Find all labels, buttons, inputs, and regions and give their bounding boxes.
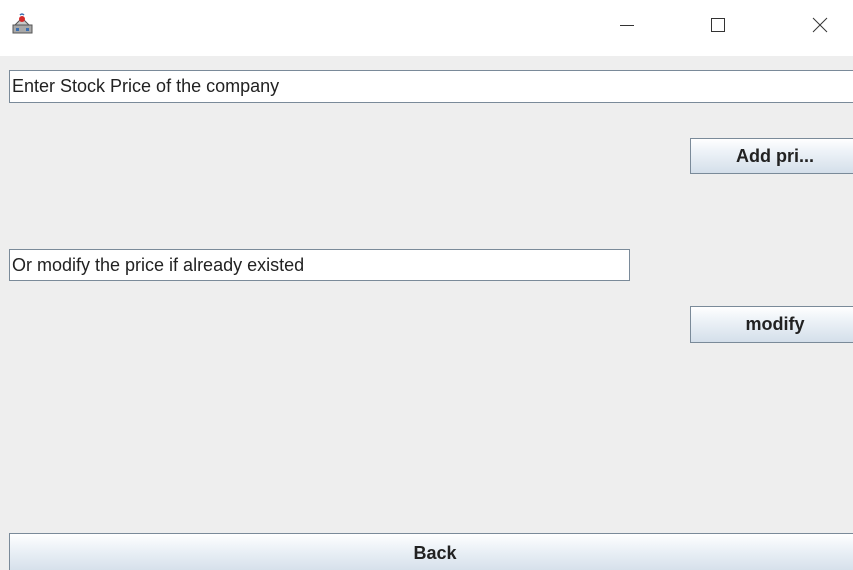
- stock-price-input[interactable]: [9, 70, 853, 103]
- maximize-icon: [711, 17, 725, 37]
- minimize-button[interactable]: [604, 8, 650, 46]
- modify-button[interactable]: modify: [690, 306, 853, 343]
- maximize-button[interactable]: [695, 8, 741, 46]
- back-button[interactable]: Back: [9, 533, 853, 570]
- close-icon: [812, 17, 828, 38]
- add-price-button[interactable]: Add pri...: [690, 138, 853, 174]
- minimize-icon: [620, 18, 634, 37]
- modify-price-input[interactable]: [9, 249, 630, 281]
- java-cup-icon[interactable]: [12, 13, 33, 34]
- title-bar[interactable]: [0, 0, 853, 56]
- stock-price-window: Add pri... modify Back: [0, 0, 853, 570]
- close-button[interactable]: [797, 8, 843, 46]
